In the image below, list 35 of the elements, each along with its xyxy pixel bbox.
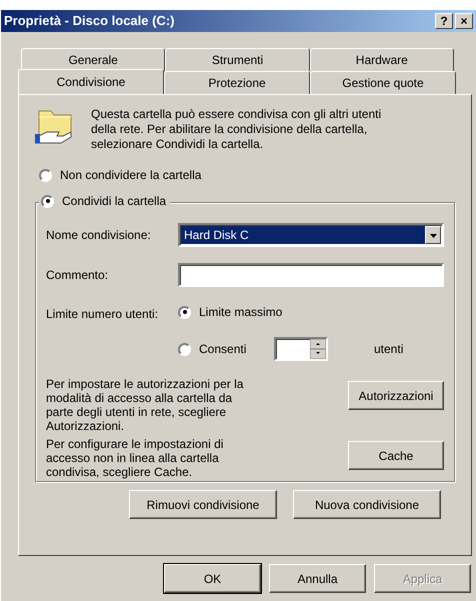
permissions-text: Per impostare le autorizzazioni per la modalità di accesso alla cartella da parte degli utenti in rete, scegliere Autorizzazioni.: [46, 377, 244, 433]
tab[interactable]: Condivisione: [18, 69, 164, 94]
radio-button[interactable]: [39, 168, 52, 182]
comment-field[interactable]: [178, 263, 444, 287]
tab[interactable]: Strumenti: [165, 48, 310, 71]
spin-buttons-icon[interactable]: [310, 339, 326, 359]
user-count-field[interactable]: [274, 337, 328, 361]
unit-label: utenti: [374, 341, 404, 358]
help-button[interactable]: ?: [435, 13, 453, 29]
tab[interactable]: Hardware: [310, 48, 454, 71]
radio-button[interactable]: [178, 342, 191, 356]
permissions-button[interactable]: Autorizzazioni: [348, 381, 444, 410]
window-title: Proprietà - Disco locale (C:): [4, 12, 174, 30]
radio-label: Condividi la cartella: [62, 193, 166, 210]
field-label: Limite numero utenti:: [46, 306, 160, 323]
close-button[interactable]: ×: [455, 13, 473, 29]
description-text: Questa cartella può essere condivisa con gli altri utenti della rete. Per abilitare la condivisione della cartella, selezionare Condividi la cartella.: [91, 107, 382, 152]
tab[interactable]: Gestione quote: [310, 71, 456, 94]
share-name-dropdown[interactable]: Hard Disk C: [178, 223, 444, 247]
share-button[interactable]: Nuova condivisione: [293, 490, 441, 519]
field-label: Nome condivisione:: [46, 227, 152, 244]
share-button[interactable]: Rimuovi condivisione: [129, 490, 277, 519]
radio-label: Non condividere la cartella: [60, 167, 202, 184]
dialog-button[interactable]: OK: [164, 564, 261, 593]
field-label: Commento:: [46, 267, 110, 284]
cache-text: Per configurare le impostazioni di accesso non in linea alla cartella condivisa, scegliere Cache.: [46, 437, 224, 479]
cache-button[interactable]: Cache: [348, 441, 444, 470]
dialog-button[interactable]: Annulla: [269, 564, 366, 593]
field-value: Hard Disk C: [181, 226, 425, 244]
radio-label: Consenti: [199, 341, 246, 358]
tab[interactable]: Generale: [21, 48, 166, 71]
radio-label: Limite massimo: [199, 304, 282, 321]
radio-button[interactable]: [41, 194, 54, 208]
tab[interactable]: Protezione: [164, 71, 310, 94]
radio-button[interactable]: [178, 306, 191, 318]
